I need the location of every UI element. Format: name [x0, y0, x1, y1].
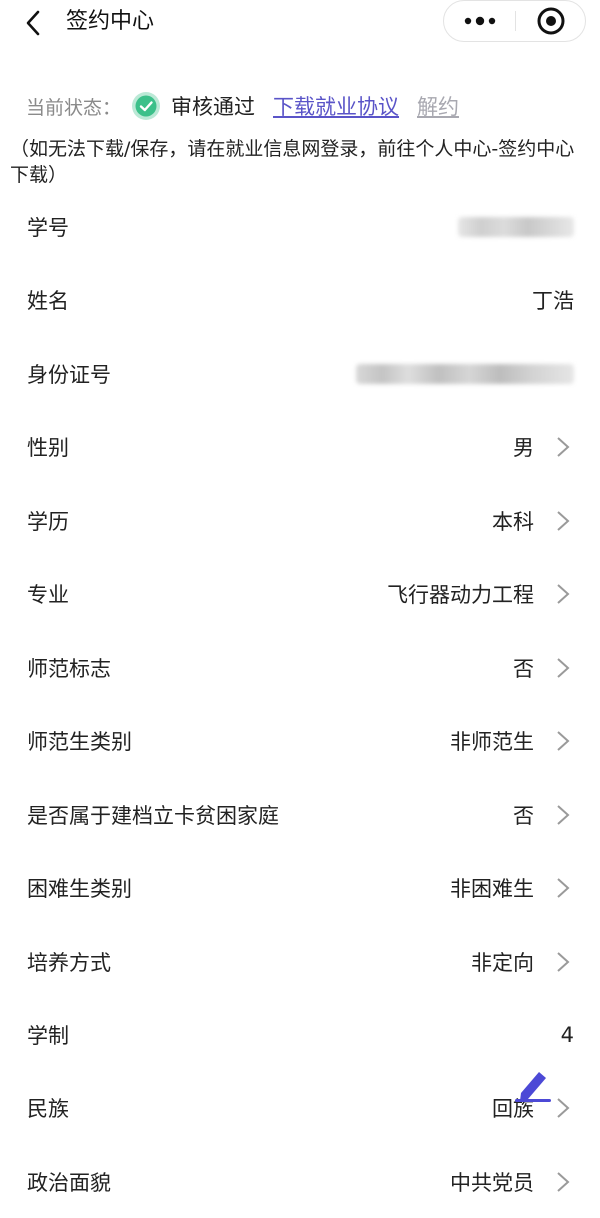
back-button[interactable] [18, 8, 48, 38]
row-study-length[interactable]: 学制 4 [0, 998, 600, 1071]
mini-program-capsule [443, 0, 586, 42]
row-value: 非师范生 [450, 729, 534, 754]
row-education[interactable]: 学历 本科 [0, 484, 600, 557]
download-agreement-link[interactable]: 下载就业协议 [273, 91, 399, 121]
row-value: 否 [513, 803, 534, 828]
row-label: 性别 [27, 435, 69, 460]
row-normal-category[interactable]: 师范生类别 非师范生 [0, 704, 600, 777]
chevron-right-icon [557, 1097, 570, 1118]
chevron-right-icon [557, 730, 570, 751]
page-title: 签约中心 [66, 9, 155, 34]
nav-bar: 签约中心 [0, 0, 600, 44]
row-training-mode[interactable]: 培养方式 非定向 [0, 925, 600, 998]
chevron-right-icon [557, 951, 570, 972]
download-hint: （如无法下载/保存，请在就业信息网登录，前往个人中心-签约中心下载） [10, 138, 575, 186]
row-value: 非困难生 [450, 876, 534, 901]
row-label: 困难生类别 [27, 876, 132, 901]
row-normal-flag[interactable]: 师范标志 否 [0, 631, 600, 704]
row-label: 姓名 [27, 288, 69, 313]
pen-icon[interactable] [512, 1063, 552, 1105]
row-student-id[interactable]: 学号 [0, 190, 600, 263]
chevron-right-icon [557, 877, 570, 898]
row-label: 民族 [27, 1096, 69, 1121]
row-value: 4 [560, 1022, 574, 1047]
close-button[interactable] [516, 1, 586, 41]
row-gender[interactable]: 性别 男 [0, 410, 600, 483]
redacted-value [458, 216, 574, 237]
row-id-number[interactable]: 身份证号 [0, 337, 600, 410]
row-label: 学历 [27, 509, 69, 534]
chevron-right-icon [557, 583, 570, 604]
row-label: 培养方式 [27, 950, 111, 975]
row-name[interactable]: 姓名 丁浩 [0, 263, 600, 336]
row-poverty-family[interactable]: 是否属于建档立卡贫困家庭 否 [0, 778, 600, 851]
chevron-right-icon [557, 804, 570, 825]
row-label: 师范生类别 [27, 729, 132, 754]
chevron-right-icon [557, 657, 570, 678]
row-value: 飞行器动力工程 [387, 582, 534, 607]
row-value: 非定向 [471, 950, 534, 975]
row-value: 本科 [492, 509, 534, 534]
row-label: 学制 [27, 1023, 69, 1048]
status-text: 审核通过 [171, 95, 256, 119]
row-value: 丁浩 [532, 288, 574, 313]
row-label: 师范标志 [27, 656, 111, 681]
chevron-left-icon [26, 10, 40, 36]
status-row: 当前状态： 审核通过 下载就业协议 解约 [26, 90, 459, 122]
chevron-right-icon [557, 1171, 570, 1192]
row-label: 是否属于建档立卡贫困家庭 [27, 803, 279, 828]
row-label: 政治面貌 [27, 1170, 111, 1195]
row-political-status[interactable]: 政治面貌 中共党员 [0, 1145, 600, 1218]
row-value: 男 [513, 435, 534, 460]
row-hardship-category[interactable]: 困难生类别 非困难生 [0, 851, 600, 924]
target-close-icon [537, 7, 565, 35]
status-label: 当前状态： [26, 96, 122, 119]
row-value: 否 [513, 656, 534, 681]
row-major[interactable]: 专业 飞行器动力工程 [0, 557, 600, 630]
row-label: 身份证号 [27, 362, 111, 387]
chevron-right-icon [557, 510, 570, 531]
row-value: 中共党员 [450, 1170, 534, 1195]
row-ethnicity[interactable]: 民族 回族 [0, 1071, 600, 1144]
redacted-value [356, 363, 574, 384]
more-dots-icon [464, 16, 495, 26]
cancel-contract-link[interactable]: 解约 [417, 91, 459, 121]
more-button[interactable] [444, 1, 515, 41]
row-label: 专业 [27, 582, 69, 607]
chevron-right-icon [557, 436, 570, 457]
check-circle-icon [132, 92, 161, 120]
row-label: 学号 [27, 215, 69, 240]
